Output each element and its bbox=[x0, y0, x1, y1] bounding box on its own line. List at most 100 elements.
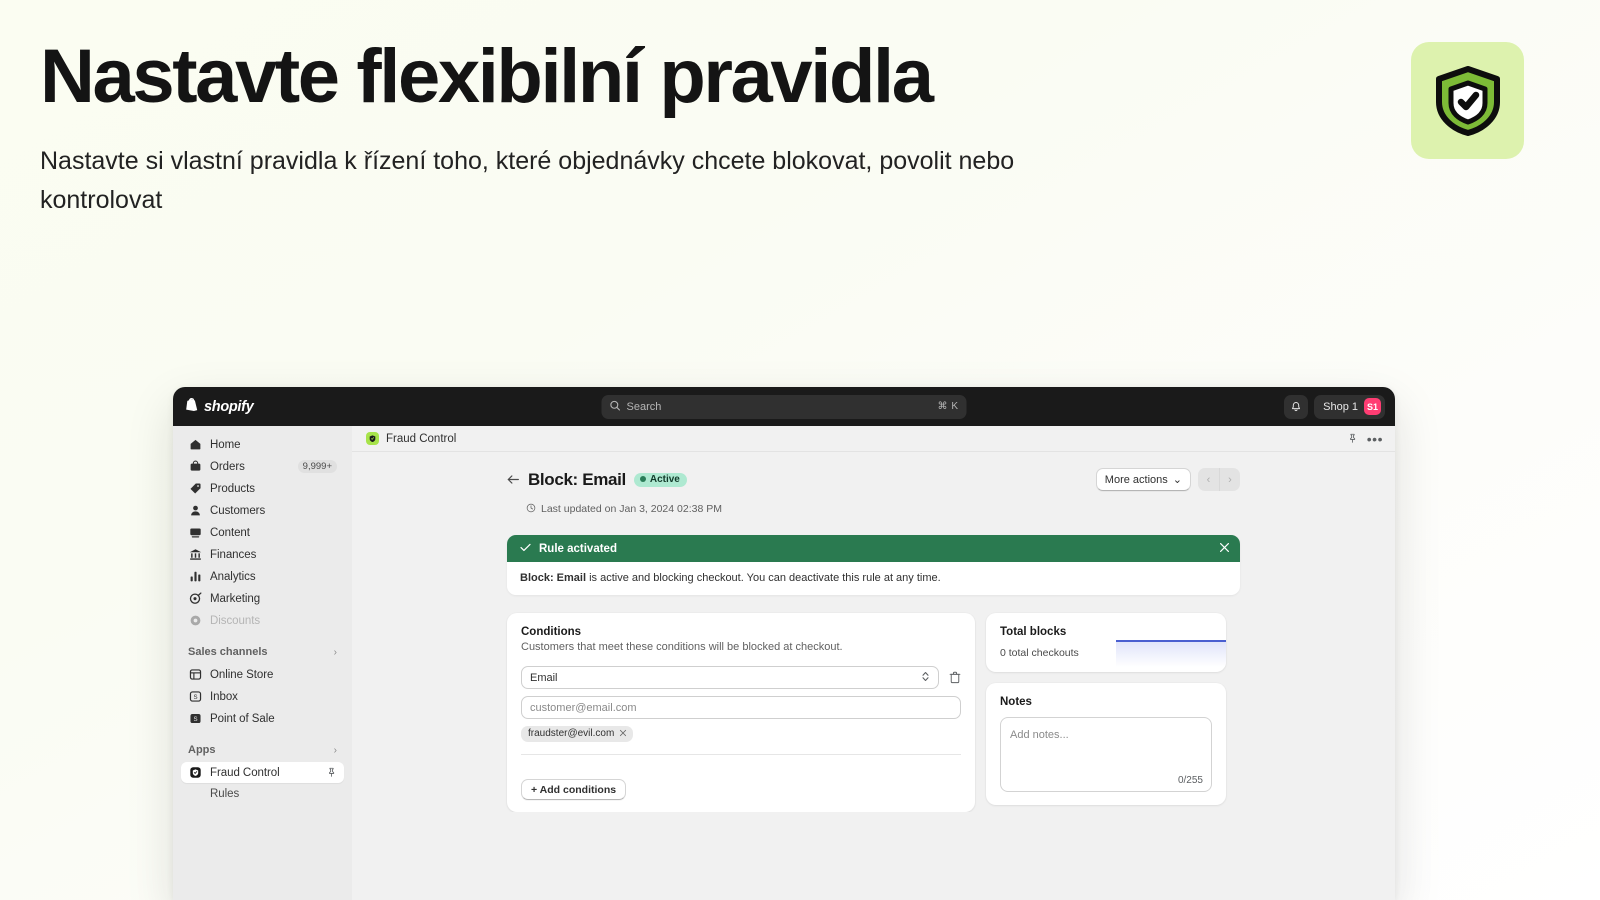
person-icon bbox=[188, 504, 202, 518]
ellipsis-icon[interactable]: ••• bbox=[1367, 432, 1383, 446]
page-container: Block: Email Active More actions ⌄ ‹ › L… bbox=[352, 452, 1395, 812]
sidebar-item-label: Customers bbox=[210, 504, 266, 517]
condition-type-select[interactable]: Email bbox=[521, 666, 939, 689]
condition-value-input[interactable]: customer@email.com bbox=[521, 696, 961, 719]
sidebar-item-label: Discounts bbox=[210, 614, 261, 627]
check-icon bbox=[520, 543, 531, 555]
sidebar-item-label: Content bbox=[210, 526, 250, 539]
success-banner-text: is active and blocking checkout. You can… bbox=[586, 572, 941, 584]
sidebar-item-content[interactable]: Content bbox=[181, 522, 344, 543]
left-column: Conditions Customers that meet these con… bbox=[507, 613, 975, 812]
more-actions-button[interactable]: More actions ⌄ bbox=[1095, 468, 1191, 491]
sidebar-item-finances[interactable]: Finances bbox=[181, 544, 344, 565]
search-input[interactable]: Search ⌘ K bbox=[601, 394, 967, 419]
sidebar-item-marketing[interactable]: Marketing bbox=[181, 588, 344, 609]
chevron-down-icon: ⌄ bbox=[1172, 474, 1182, 486]
add-conditions-button[interactable]: + Add conditions bbox=[521, 779, 627, 800]
page-title: Nastavte flexibilní pravidla bbox=[40, 34, 934, 119]
right-column: Total blocks 0 total checkouts Notes Add… bbox=[986, 613, 1226, 805]
sidebar-item-inbox[interactable]: S Inbox bbox=[181, 686, 344, 707]
marketing-target-icon bbox=[188, 592, 202, 606]
chevron-updown-icon bbox=[921, 670, 930, 685]
sidebar-subitem-label: Rules bbox=[210, 788, 240, 800]
main-content: Fraud Control ••• Block: Email Active Mo… bbox=[352, 426, 1395, 900]
notes-placeholder: Add notes... bbox=[1010, 729, 1069, 741]
status-badge-label: Active bbox=[649, 473, 680, 485]
shopify-bag-icon bbox=[184, 398, 199, 415]
sidebar-item-label: Fraud Control bbox=[210, 766, 280, 779]
admin-top-bar: shopify Search ⌘ K Shop 1 S1 bbox=[173, 387, 1395, 426]
sidebar-item-point-of-sale[interactable]: S Point of Sale bbox=[181, 708, 344, 729]
sidebar-item-home[interactable]: Home bbox=[181, 434, 344, 455]
condition-type-value: Email bbox=[530, 671, 558, 684]
conditions-card: Conditions Customers that meet these con… bbox=[507, 613, 975, 812]
success-banner-rule-name: Block: Email bbox=[520, 572, 587, 584]
notes-title: Notes bbox=[1000, 696, 1032, 708]
sidebar-item-fraud-control[interactable]: Fraud Control bbox=[181, 762, 344, 783]
condition-value-placeholder: customer@email.com bbox=[530, 701, 637, 714]
shield-check-icon bbox=[1411, 42, 1524, 159]
sidebar-section-sales-channels[interactable]: Sales channels › bbox=[181, 642, 344, 662]
sidebar-item-label: Analytics bbox=[210, 570, 256, 583]
sidebar-item-online-store[interactable]: Online Store bbox=[181, 664, 344, 685]
admin-body: Home Orders 9,999+ Products Customers Co… bbox=[173, 426, 1395, 900]
sidebar-item-analytics[interactable]: Analytics bbox=[181, 566, 344, 587]
success-banner-body: Block: Email is active and blocking chec… bbox=[507, 562, 1240, 595]
sidebar-item-label: Home bbox=[210, 438, 241, 451]
shopify-logo[interactable]: shopify bbox=[184, 398, 254, 415]
more-actions-label: More actions bbox=[1104, 473, 1168, 486]
trash-icon[interactable] bbox=[949, 671, 961, 684]
sidebar-section-apps[interactable]: Apps › bbox=[181, 740, 344, 760]
sidebar-item-orders[interactable]: Orders 9,999+ bbox=[181, 456, 344, 477]
page-header-actions: More actions ⌄ ‹ › bbox=[1095, 468, 1240, 491]
breadcrumb-actions: ••• bbox=[1347, 432, 1383, 446]
shopify-wordmark: shopify bbox=[204, 398, 254, 415]
success-banner-title: Rule activated bbox=[539, 542, 617, 555]
hero-section: Nastavte flexibilní pravidla Nastavte si… bbox=[40, 34, 1160, 220]
shop-selector[interactable]: Shop 1 S1 bbox=[1314, 394, 1385, 419]
notes-textarea[interactable]: Add notes... 0/255 bbox=[1000, 717, 1212, 792]
pagination-prev-button[interactable]: ‹ bbox=[1198, 468, 1219, 491]
notes-character-counter: 0/255 bbox=[1177, 775, 1203, 786]
search-placeholder: Search bbox=[626, 400, 662, 413]
pin-icon[interactable] bbox=[1347, 433, 1358, 444]
avatar: S1 bbox=[1364, 398, 1381, 415]
condition-chip-label: fraudster@evil.com bbox=[528, 728, 615, 739]
success-banner: Rule activated Block: Email is active an… bbox=[507, 535, 1240, 595]
close-icon[interactable] bbox=[1219, 542, 1230, 555]
pin-icon[interactable] bbox=[326, 767, 337, 778]
search-shortcut: ⌘ K bbox=[937, 401, 959, 412]
search-icon bbox=[610, 398, 621, 416]
condition-row: Email bbox=[521, 666, 961, 689]
breadcrumb: Fraud Control ••• bbox=[352, 426, 1395, 452]
notes-card: Notes Add notes... 0/255 bbox=[986, 683, 1226, 805]
conditions-card-body: Conditions Customers that meet these con… bbox=[507, 613, 975, 768]
total-blocks-sparkline bbox=[1116, 640, 1226, 667]
status-dot-icon bbox=[639, 476, 646, 482]
sidebar-subitem-rules[interactable]: Rules bbox=[181, 784, 344, 804]
success-banner-header: Rule activated bbox=[507, 535, 1240, 562]
sidebar-item-customers[interactable]: Customers bbox=[181, 500, 344, 521]
bar-chart-icon bbox=[188, 570, 202, 584]
arrow-left-icon[interactable] bbox=[507, 474, 520, 485]
bell-icon[interactable] bbox=[1284, 394, 1309, 419]
sidebar-item-discounts[interactable]: Discounts bbox=[181, 610, 344, 631]
svg-text:S: S bbox=[193, 716, 197, 723]
sidebar-item-label: Online Store bbox=[210, 668, 274, 681]
pagination-next-button[interactable]: › bbox=[1219, 468, 1240, 491]
orders-bag-icon bbox=[188, 460, 202, 474]
content-icon bbox=[188, 526, 202, 540]
sidebar-item-label: Orders bbox=[210, 460, 245, 473]
page-inner: Block: Email Active More actions ⌄ ‹ › L… bbox=[507, 468, 1240, 812]
sidebar-item-products[interactable]: Products bbox=[181, 478, 344, 499]
svg-text:S: S bbox=[193, 694, 197, 701]
sidebar-section-label: Apps bbox=[188, 744, 216, 756]
sidebar-item-label: Products bbox=[210, 482, 255, 495]
breadcrumb-app-label[interactable]: Fraud Control bbox=[386, 433, 456, 445]
point-of-sale-icon: S bbox=[188, 712, 202, 726]
chevron-right-icon: › bbox=[333, 646, 337, 658]
notes-card-body: Notes Add notes... 0/255 bbox=[986, 683, 1226, 805]
rule-title: Block: Email bbox=[528, 469, 626, 489]
condition-chip[interactable]: fraudster@evil.com bbox=[521, 726, 634, 742]
close-icon[interactable] bbox=[619, 729, 627, 739]
